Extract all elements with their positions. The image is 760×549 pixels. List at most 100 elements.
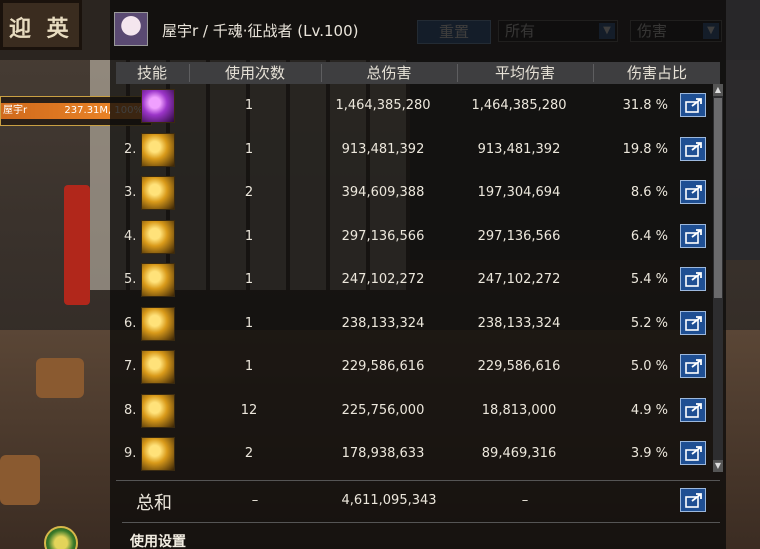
gold-lance-skill-icon	[141, 393, 175, 428]
row-avg-damage: 238,133,324	[477, 315, 561, 331]
row-uses: 1	[244, 98, 254, 113]
table-row: 2. 1 913,481,392 913,481,392 19.8 %	[116, 128, 714, 172]
row-total-damage: 229,586,616	[341, 359, 425, 374]
column-share: 伤害占比	[626, 64, 687, 82]
table-row: 6. 1 238,133,324 238,133,324 5.2 %	[116, 302, 714, 346]
table-row: 7. 1 229,586,616 229,586,616 5.0 %	[116, 345, 714, 389]
share-icon	[685, 98, 702, 113]
window-header: 屋宇r / 千魂·征战者 (Lv.100)	[110, 0, 726, 62]
row-number: 5.	[124, 272, 137, 287]
share-icon	[685, 315, 702, 331]
row-damage-share: 31.8 %	[622, 98, 668, 113]
player-name: 屋宇r	[3, 105, 28, 116]
row-uses: 2	[244, 185, 254, 200]
table-row: 3. 2 394,609,388 197,304,694 8.6 %	[116, 171, 714, 215]
share-button[interactable]	[680, 488, 706, 512]
share-icon	[685, 359, 702, 374]
share-button[interactable]	[680, 180, 706, 204]
row-total-damage: 225,756,000	[341, 402, 425, 418]
row-number: 8.	[124, 402, 137, 418]
barrel	[36, 358, 84, 398]
shop-sign: 迎 英	[0, 0, 82, 50]
share-button[interactable]	[680, 441, 706, 465]
table-row: 4. 1 297,136,566 297,136,566 6.4 %	[116, 215, 714, 259]
row-total-damage: 394,609,388	[341, 185, 425, 200]
row-number: 4.	[124, 228, 137, 244]
share-icon	[685, 493, 702, 508]
table-header: 技能 使用次数 总伤害 平均伤害 伤害占比	[116, 62, 720, 84]
row-avg-damage: 229,586,616	[477, 359, 561, 374]
table-row: 5. 1 247,102,272 247,102,272 5.4 %	[116, 258, 714, 302]
share-button[interactable]	[680, 397, 706, 422]
row-avg-damage: 89,469,316	[481, 446, 557, 461]
column-skill: 技能	[136, 64, 167, 82]
row-uses: 2	[244, 446, 254, 461]
gold-crescent-skill-icon	[141, 437, 175, 471]
row-total-damage: 238,133,324	[341, 315, 425, 331]
total-avg: –	[521, 493, 529, 508]
row-damage-share: 3.9 %	[630, 446, 668, 461]
total-row: 总和 – 4,611,095,343 –	[116, 480, 720, 518]
usage-settings-section: 使用设置	[122, 522, 720, 549]
row-avg-damage: 197,304,694	[477, 185, 561, 200]
table-row: 8. 12 225,756,000 18,813,000 4.9 %	[116, 389, 714, 433]
share-button[interactable]	[680, 93, 706, 117]
scrollbar[interactable]: ▲ ▼	[713, 84, 723, 472]
scroll-up-icon[interactable]: ▲	[713, 84, 723, 96]
share-button[interactable]	[680, 310, 706, 335]
row-damage-share: 4.9 %	[630, 402, 668, 418]
row-total-damage: 247,102,272	[341, 272, 425, 287]
row-number: 7.	[124, 359, 137, 374]
row-uses: 12	[240, 402, 258, 418]
row-number: 9.	[124, 446, 137, 461]
share-icon	[685, 402, 702, 418]
share-button[interactable]	[680, 354, 706, 378]
row-uses: 1	[244, 141, 254, 157]
shop-sign-text: 迎 英	[9, 16, 73, 42]
row-total-damage: 913,481,392	[341, 141, 425, 157]
row-avg-damage: 913,481,392	[477, 141, 561, 157]
row-avg-damage: 247,102,272	[477, 272, 561, 287]
share-button[interactable]	[680, 223, 706, 248]
column-uses: 使用次数	[224, 64, 285, 82]
row-uses: 1	[244, 272, 254, 287]
row-total-damage: 297,136,566	[341, 228, 425, 244]
purple-slash-skill-icon	[141, 89, 175, 123]
table-row: 1 1,464,385,280 1,464,385,280 31.8 %	[116, 84, 714, 128]
row-total-damage: 178,938,633	[341, 446, 425, 461]
column-total: 总伤害	[366, 64, 412, 82]
row-damage-share: 6.4 %	[630, 228, 668, 244]
flame-dash-skill-icon	[141, 132, 175, 167]
gold-pillar-skill-icon	[141, 219, 175, 254]
avatar	[114, 12, 148, 46]
row-total-damage: 1,464,385,280	[335, 98, 431, 113]
row-uses: 1	[244, 359, 254, 374]
barrel	[0, 455, 40, 505]
gold-wind-skill-icon	[141, 263, 175, 297]
gold-slash-skill-icon	[141, 306, 175, 341]
share-icon	[685, 446, 702, 461]
row-damage-share: 5.0 %	[630, 359, 668, 374]
scroll-down-icon[interactable]: ▼	[713, 460, 723, 472]
table-row: 9. 2 178,938,633 89,469,316 3.9 %	[116, 432, 714, 476]
total-damage: 4,611,095,343	[341, 493, 437, 508]
share-icon	[685, 272, 702, 287]
total-label: 总和	[136, 493, 172, 514]
row-avg-damage: 1,464,385,280	[471, 98, 567, 113]
window-title: 屋宇r / 千魂·征战者 (Lv.100)	[162, 22, 359, 40]
row-damage-share: 8.6 %	[630, 185, 668, 200]
row-avg-damage: 297,136,566	[477, 228, 561, 244]
row-number: 6.	[124, 315, 137, 331]
row-avg-damage: 18,813,000	[481, 402, 557, 418]
scroll-thumb[interactable]	[714, 98, 722, 298]
share-button[interactable]	[680, 267, 706, 291]
share-icon	[685, 185, 702, 200]
row-number: 2.	[124, 141, 137, 157]
share-button[interactable]	[680, 136, 706, 161]
row-damage-share: 19.8 %	[622, 141, 668, 157]
gold-burst-skill-icon	[141, 350, 175, 384]
row-uses: 1	[244, 315, 254, 331]
share-icon	[685, 141, 702, 157]
total-uses: –	[251, 493, 259, 508]
row-damage-share: 5.2 %	[630, 315, 668, 331]
